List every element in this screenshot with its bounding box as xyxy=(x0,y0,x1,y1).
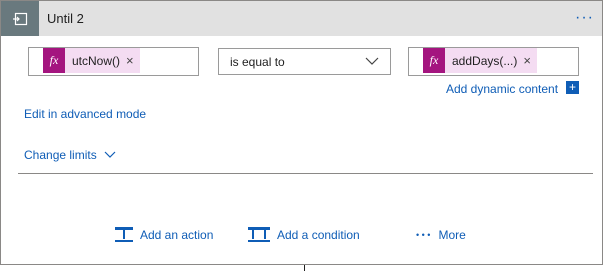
add-dynamic-plus-icon[interactable]: + xyxy=(566,81,579,94)
chevron-down-icon xyxy=(104,151,116,158)
utcnow-token[interactable]: fx utcNow() × xyxy=(43,48,140,73)
divider xyxy=(18,173,593,174)
more-options-icon[interactable]: ··· xyxy=(575,1,594,36)
adddays-token[interactable]: fx addDays(...) × xyxy=(423,48,537,73)
change-limits-label: Change limits xyxy=(24,148,97,162)
flow-connector xyxy=(304,265,305,271)
more-label: More xyxy=(438,228,466,242)
add-action-label: Add an action xyxy=(140,228,214,242)
remove-token-icon[interactable]: × xyxy=(126,53,140,68)
until-loop-icon xyxy=(1,1,39,36)
condition-right-field[interactable]: fx addDays(...) × xyxy=(408,47,579,76)
operator-selected: is equal to xyxy=(230,55,285,69)
more-dots-icon: • • • xyxy=(416,230,431,240)
add-action-button[interactable]: Add an action xyxy=(114,225,213,245)
add-dynamic-content-link[interactable]: Add dynamic content xyxy=(446,82,558,96)
chevron-down-icon xyxy=(365,57,379,65)
change-limits-link[interactable]: Change limits xyxy=(24,148,116,162)
operator-dropdown[interactable]: is equal to xyxy=(218,48,391,75)
add-action-icon xyxy=(115,227,133,242)
more-button[interactable]: • • • More xyxy=(416,225,466,245)
until-card: Until 2 ··· fx utcNow() × is equal to fx… xyxy=(0,0,603,265)
add-condition-button[interactable]: Add a condition xyxy=(247,225,360,245)
condition-left-field[interactable]: fx utcNow() × xyxy=(28,47,199,76)
remove-token-icon[interactable]: × xyxy=(523,53,537,68)
token-label: utcNow() xyxy=(72,53,121,68)
edit-advanced-mode-link[interactable]: Edit in advanced mode xyxy=(24,107,146,121)
add-condition-icon xyxy=(248,227,270,242)
card-header[interactable]: Until 2 ··· xyxy=(1,1,602,36)
add-condition-label: Add a condition xyxy=(277,228,360,242)
card-title: Until 2 xyxy=(47,11,84,26)
expression-icon: fx xyxy=(423,48,445,73)
token-label: addDays(...) xyxy=(452,53,518,68)
expression-icon: fx xyxy=(43,48,65,73)
